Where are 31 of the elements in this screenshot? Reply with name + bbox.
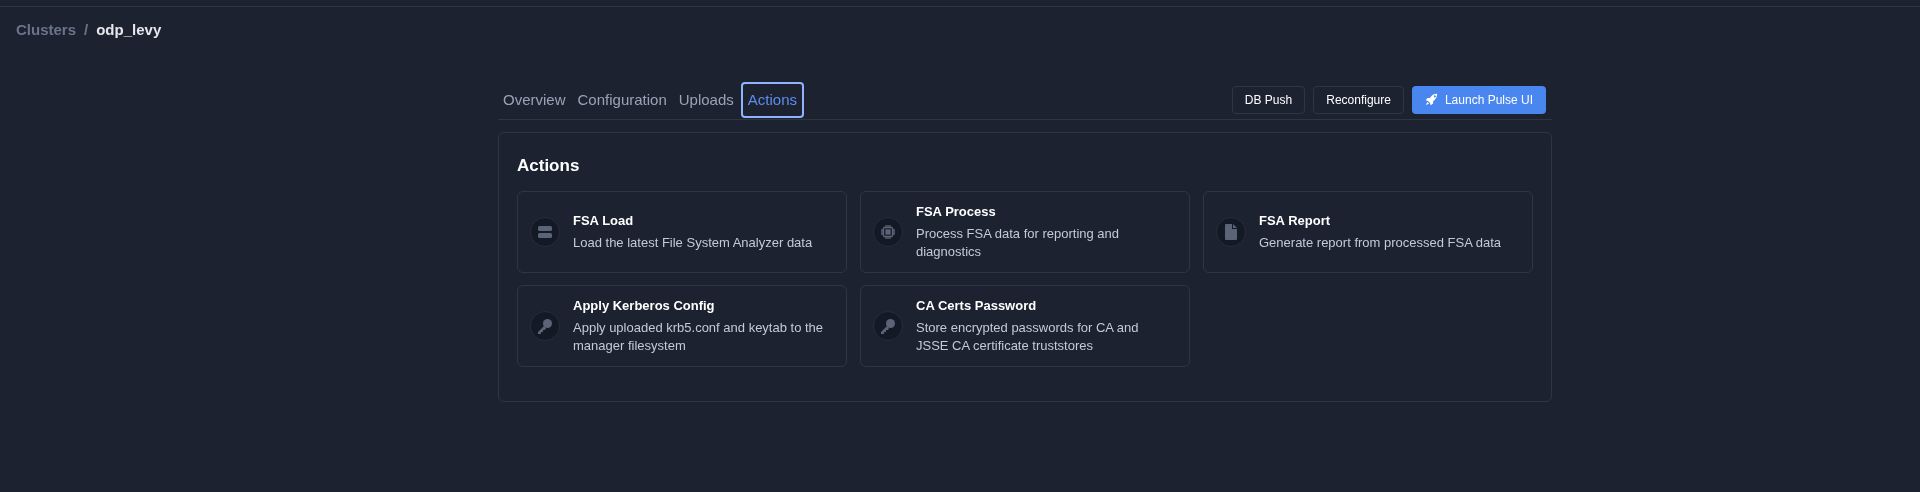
key-icon	[880, 317, 896, 334]
tab[interactable]: Uploads	[673, 81, 739, 118]
action-button[interactable]: Reconfigure	[1313, 85, 1404, 114]
tab[interactable]: Actions	[740, 81, 804, 118]
server-icon	[537, 223, 553, 240]
action-card[interactable]: FSA Process Process FSA data for reporting and diagnostics	[860, 190, 1190, 273]
card-title: Apply Kerberos Config	[573, 297, 716, 316]
action-card[interactable]: FSA Load Load the latest File System Analyzer data	[517, 190, 847, 273]
action-button[interactable]: DB Push	[1231, 85, 1306, 114]
file-icon	[1224, 223, 1238, 240]
action-card[interactable]: FSA Report Generate report from processed FSA data	[1203, 190, 1533, 273]
card-description: Store encrypted passwords for CA and JSSE CA certificate truststores	[916, 318, 1140, 355]
tab[interactable]: Configuration	[572, 81, 672, 118]
action-card[interactable]: CA Certs Password Store encrypted passwords for CA and JSSE CA certificate truststores	[860, 284, 1190, 367]
key-icon	[537, 317, 553, 334]
breadcrumb-separator: /	[84, 20, 89, 40]
card-description: Process FSA data for reporting and diagnostics	[916, 224, 1121, 261]
tab[interactable]: Overview	[498, 81, 571, 118]
card-description: Load the latest File System Analyzer data	[573, 233, 814, 252]
breadcrumb-current: odp_levy	[96, 20, 162, 40]
card-title: CA Certs Password	[916, 297, 1038, 316]
panel-title: Actions	[517, 155, 581, 177]
chip-icon	[880, 223, 896, 240]
card-title: FSA Report	[1259, 212, 1332, 231]
card-title: FSA Process	[916, 203, 997, 222]
card-description: Apply uploaded krb5.conf and keytab to the manager filesystem	[573, 318, 825, 355]
rocket-icon	[1424, 93, 1438, 107]
action-card[interactable]: Apply Kerberos Config Apply uploaded krb5.conf and keytab to the manager filesystem	[517, 284, 847, 367]
launch-button[interactable]: Launch Pulse UI	[1411, 85, 1546, 114]
card-description: Generate report from processed FSA data	[1259, 233, 1503, 252]
card-title: FSA Load	[573, 212, 635, 231]
